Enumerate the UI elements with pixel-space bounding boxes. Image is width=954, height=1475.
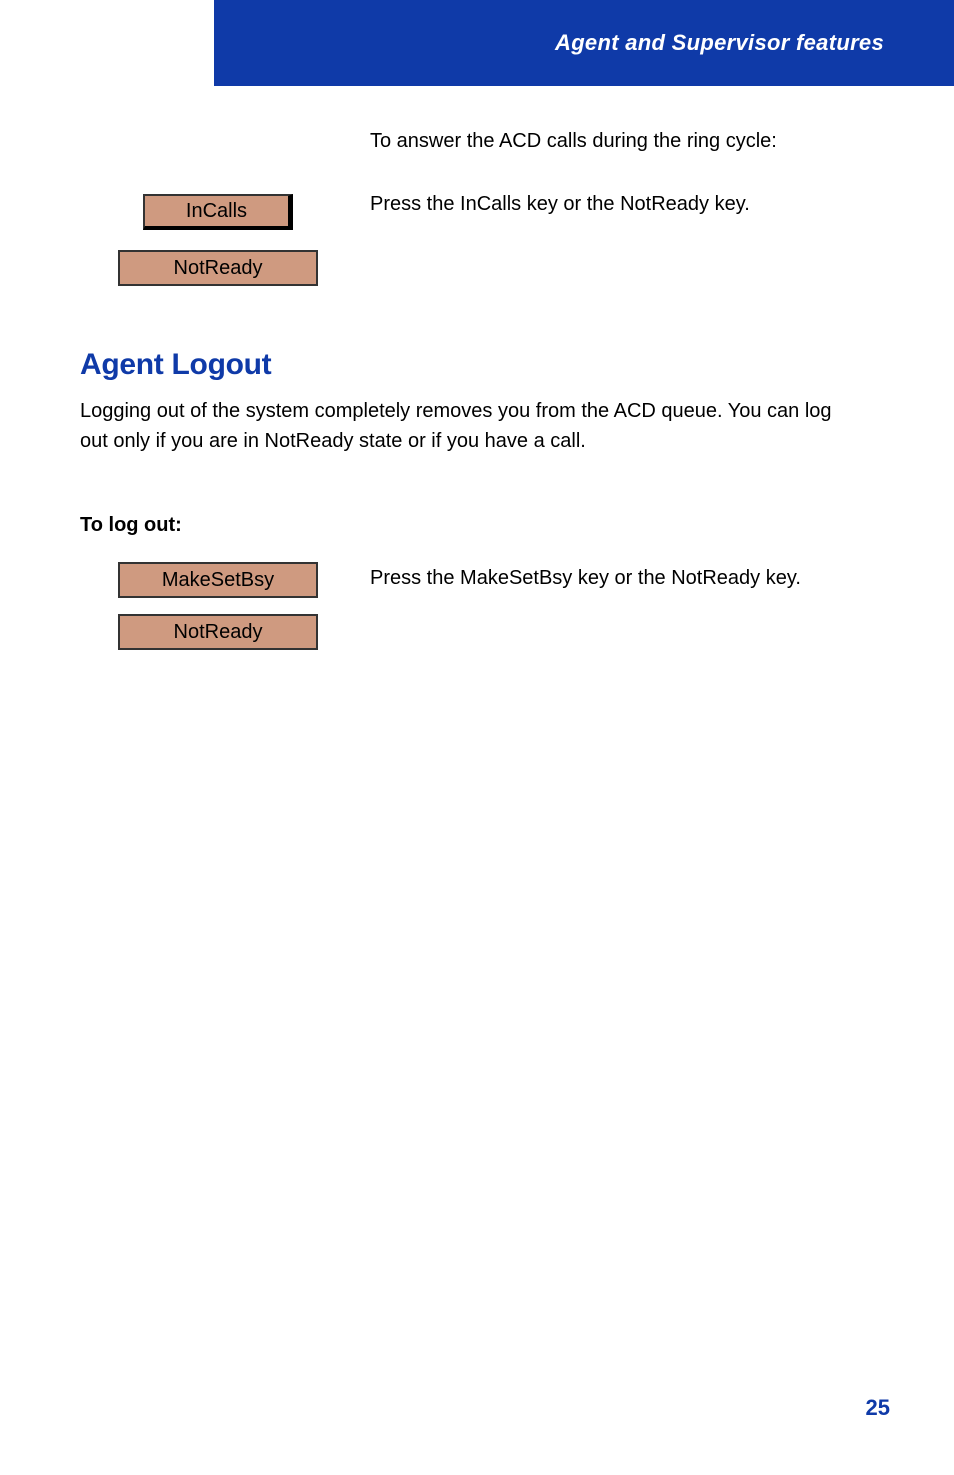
agent-logout-intro: Logging out of the system completely rem… bbox=[80, 396, 860, 456]
page-header-title: Agent and Supervisor features bbox=[555, 30, 884, 56]
incalls-key[interactable]: InCalls bbox=[143, 194, 293, 230]
notready-key-1[interactable]: NotReady bbox=[118, 250, 318, 286]
notready-key-2-label: NotReady bbox=[174, 621, 263, 644]
answer-step-text: Press the InCalls key or the NotReady ke… bbox=[370, 190, 860, 218]
makesetbsy-key[interactable]: MakeSetBsy bbox=[118, 562, 318, 598]
notready-key-2[interactable]: NotReady bbox=[118, 614, 318, 650]
makesetbsy-key-label: MakeSetBsy bbox=[162, 569, 274, 592]
page-header: Agent and Supervisor features bbox=[214, 0, 954, 86]
answer-intro: To answer the ACD calls during the ring … bbox=[370, 126, 860, 156]
page-content: To answer the ACD calls during the ring … bbox=[0, 86, 954, 1475]
agent-logout-sub: To log out: bbox=[80, 514, 860, 537]
logout-step-text: Press the MakeSetBsy key or the NotReady… bbox=[370, 564, 860, 592]
incalls-key-label: InCalls bbox=[186, 200, 247, 223]
notready-key-1-label: NotReady bbox=[174, 257, 263, 280]
agent-logout-heading: Agent Logout bbox=[80, 348, 271, 382]
page-number: 25 bbox=[770, 1395, 890, 1421]
